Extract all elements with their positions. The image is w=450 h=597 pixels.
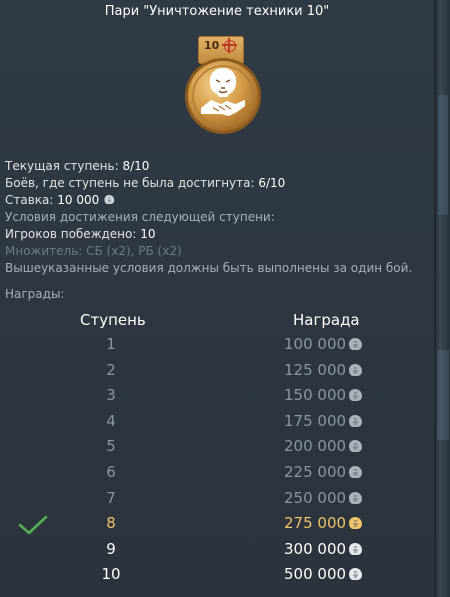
reward-amount: 100 000 bbox=[284, 335, 347, 353]
players-defeated-value: 10 bbox=[140, 227, 156, 241]
current-step-label: Текущая ступень: bbox=[5, 159, 123, 173]
silver-lion-icon bbox=[349, 389, 363, 402]
silver-lion-icon bbox=[349, 338, 363, 350]
bet-label: Ставка: bbox=[5, 193, 58, 207]
reward-amount: 275 000 bbox=[284, 514, 347, 533]
target-icon bbox=[222, 38, 237, 53]
reward-amount: 150 000 bbox=[284, 386, 347, 405]
players-defeated-line: Игроков побеждено: 10 bbox=[5, 226, 156, 243]
rewards-label: Награды: bbox=[5, 287, 65, 301]
table-row: 6 225 000 bbox=[0, 463, 434, 488]
reward-cell: 300 000 bbox=[284, 540, 363, 558]
failed-battles-line: Боёв, где ступень не была достигнута: 6/… bbox=[5, 175, 285, 192]
reward-amount: 250 000 bbox=[284, 488, 347, 507]
table-row: 9 300 000 bbox=[0, 540, 434, 565]
players-defeated-label: Игроков побеждено: bbox=[5, 227, 141, 241]
step-number: 1 bbox=[106, 335, 116, 353]
reward-cell: 100 000 bbox=[284, 335, 363, 353]
reward-cell: 150 000 bbox=[284, 386, 363, 404]
reward-column-header: Награда bbox=[293, 311, 360, 329]
step-number: 6 bbox=[106, 463, 116, 481]
table-row: 10 500 000 bbox=[0, 565, 434, 590]
reward-amount: 500 000 bbox=[284, 565, 347, 584]
reward-cell: 175 000 bbox=[284, 412, 363, 430]
failed-battles-value: 6/10 bbox=[258, 176, 286, 190]
step-number: 10 bbox=[101, 565, 121, 584]
table-row: 3 150 000 bbox=[0, 386, 434, 411]
silver-lion-icon bbox=[349, 491, 363, 504]
checkmark-icon bbox=[18, 515, 48, 535]
multiplier-note: Множитель: СБ (x2), РБ (x2) bbox=[5, 244, 182, 258]
silver-lion-icon bbox=[349, 466, 363, 478]
failed-battles-label: Боёв, где ступень не была достигнута: bbox=[5, 176, 259, 190]
reward-amount: 175 000 bbox=[284, 411, 347, 430]
table-row: 2 125 000 bbox=[0, 361, 434, 386]
medal-level: 10 bbox=[204, 39, 220, 52]
reward-cell: 250 000 bbox=[284, 489, 363, 507]
reward-cell: 200 000 bbox=[284, 437, 363, 455]
silver-lion-icon bbox=[349, 517, 363, 530]
reward-cell: 225 000 bbox=[284, 463, 363, 481]
reward-cell: 500 000 bbox=[284, 565, 363, 583]
silver-lion-icon bbox=[349, 414, 363, 427]
step-column-header: Ступень bbox=[80, 311, 146, 329]
single-battle-note: Вышеуказанные условия должны быть выполн… bbox=[5, 261, 413, 275]
table-row: 5 200 000 bbox=[0, 437, 434, 462]
reward-amount: 200 000 bbox=[284, 437, 347, 456]
table-row: 4 175 000 bbox=[0, 412, 434, 437]
bet-value: 10 000 bbox=[57, 193, 100, 207]
reward-cell: 275 000 bbox=[284, 514, 363, 532]
lion-handshake-medal-icon bbox=[185, 58, 261, 134]
step-number: 7 bbox=[106, 488, 116, 507]
background-edge bbox=[434, 0, 450, 597]
step-number: 8 bbox=[106, 514, 116, 533]
step-number: 4 bbox=[106, 411, 116, 430]
silver-lion-icon bbox=[349, 568, 363, 581]
step-number: 9 bbox=[106, 539, 116, 558]
next-step-conditions: Условия достижения следующей ступени: bbox=[5, 210, 275, 224]
table-row: 7 250 000 bbox=[0, 489, 434, 514]
silver-lion-icon bbox=[349, 542, 363, 555]
step-number: 3 bbox=[106, 386, 116, 405]
bet-line: Ставка: 10 000 bbox=[5, 192, 115, 209]
current-step-value: 8/10 bbox=[122, 159, 150, 173]
wager-title: Пари "Уничтожение техники 10" bbox=[104, 4, 330, 19]
silver-lion-icon bbox=[104, 195, 115, 204]
reward-amount: 225 000 bbox=[284, 463, 347, 481]
current-step-line: Текущая ступень: 8/10 bbox=[5, 158, 149, 175]
step-number: 5 bbox=[106, 437, 116, 456]
reward-cell: 125 000 bbox=[284, 361, 363, 379]
wager-tooltip: Пари "Уничтожение техники 10" 10 Текущая… bbox=[0, 0, 434, 597]
step-number: 2 bbox=[106, 360, 116, 379]
table-row: 1 100 000 bbox=[0, 335, 434, 360]
reward-amount: 125 000 bbox=[284, 360, 347, 379]
table-row: 8 275 000 bbox=[0, 514, 434, 539]
silver-lion-icon bbox=[349, 363, 363, 376]
reward-amount: 300 000 bbox=[284, 539, 347, 558]
silver-lion-icon bbox=[349, 440, 363, 453]
